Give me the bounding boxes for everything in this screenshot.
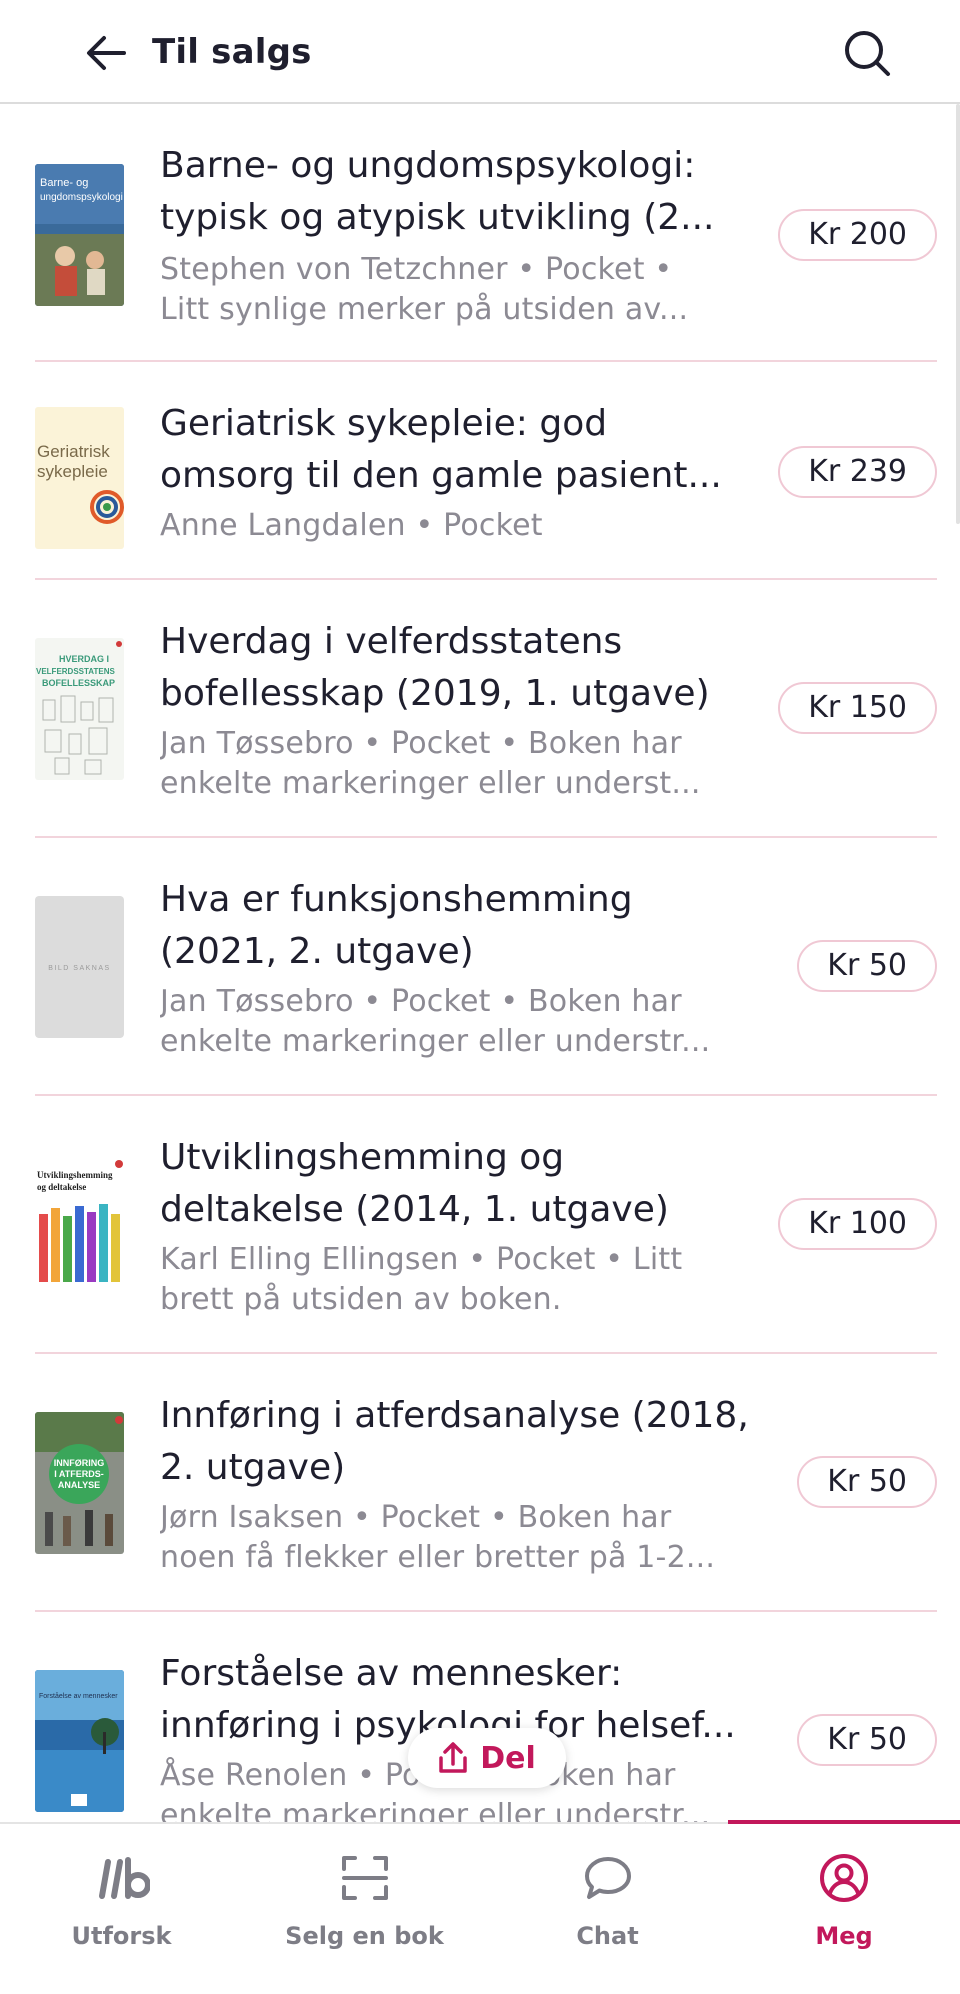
app-header: Til salgs bbox=[0, 0, 960, 104]
listing-title-line: typisk og atypisk utvikling (2... bbox=[160, 197, 715, 238]
listing-row[interactable]: Forståelse av mennesker Forståelse av me… bbox=[35, 1612, 937, 1822]
listing-title-line: omsorg til den gamle pasient... bbox=[160, 455, 722, 496]
nav-label: Chat bbox=[576, 1922, 639, 1950]
back-button[interactable] bbox=[78, 28, 134, 78]
listing-title-line: bofellesskap (2019, 1. utgave) bbox=[160, 673, 710, 714]
search-button[interactable] bbox=[838, 24, 896, 82]
book-cover-image: INNFØRING I ATFERDS- ANALYSE bbox=[35, 1412, 124, 1554]
listing-meta-line: Jørn Isaksen • Pocket • Boken har bbox=[160, 1500, 672, 1535]
listing-title-line: Utviklingshemming og bbox=[160, 1137, 565, 1178]
listing-title: Hva er funksjonshemming (2021, 2. utgave… bbox=[160, 874, 780, 978]
listing-meta-line: Jan Tøssebro • Pocket • Boken har bbox=[160, 984, 682, 1019]
nav-item-utforsk[interactable]: Utforsk bbox=[0, 1824, 243, 1994]
listing-list[interactable]: Barne- og ungdomspsykologi Barne- og ung… bbox=[0, 104, 960, 1822]
listing-row[interactable]: Barne- og ungdomspsykologi Barne- og ung… bbox=[35, 104, 937, 362]
bottom-nav: Utforsk Selg en bok Chat Meg bbox=[0, 1820, 960, 1994]
listing-title-line: Hva er funksjonshemming bbox=[160, 879, 633, 920]
nav-item-chat[interactable]: Chat bbox=[486, 1824, 729, 1994]
listing-title: Geriatrisk sykepleie: god omsorg til den… bbox=[160, 398, 780, 502]
listing-meta-line: Stephen von Tetzchner • Pocket • bbox=[160, 252, 673, 287]
listing-meta-line: enkelte markeringer eller underst... bbox=[160, 766, 701, 801]
cover-text: VELFERDSSTATENS bbox=[36, 667, 115, 676]
cover-text: Barne- og bbox=[40, 177, 88, 189]
listing-row[interactable]: BILD SAKNAS Hva er funksjonshemming (202… bbox=[35, 838, 937, 1096]
listing-meta-line: noen få flekker eller bretter på 1-2... bbox=[160, 1540, 716, 1575]
page-title: Til salgs bbox=[152, 32, 312, 72]
listing-title-line: Innføring i atferdsanalyse (2018, bbox=[160, 1395, 749, 1436]
listing-meta-line: Jan Tøssebro • Pocket • Boken har bbox=[160, 726, 682, 761]
share-icon bbox=[439, 1742, 467, 1773]
unibok-logo-icon bbox=[98, 1857, 150, 1899]
cover-text: Utviklingshemming bbox=[37, 1170, 113, 1180]
cover-text: ungdomspsykologi bbox=[40, 192, 123, 203]
book-cover-image: HVERDAG I VELFERDSSTATENS BOFELLESSKAP bbox=[35, 638, 124, 780]
cover-text: BOFELLESSKAP bbox=[42, 678, 115, 688]
nav-label: Utforsk bbox=[71, 1922, 172, 1950]
listing-title: Innføring i atferdsanalyse (2018, 2. utg… bbox=[160, 1390, 780, 1494]
listing-meta-line: brett på utsiden av boken. bbox=[160, 1282, 562, 1317]
listing-meta: Jan Tøssebro • Pocket • Boken har enkelt… bbox=[160, 982, 760, 1062]
cover-text: og deltakelse bbox=[37, 1182, 86, 1192]
listing-row[interactable]: Utviklingshemming og deltakelse Utviklin… bbox=[35, 1096, 937, 1354]
listing-title-line: Forståelse av mennesker: bbox=[160, 1653, 623, 1694]
scan-icon bbox=[341, 1856, 388, 1900]
listing-row[interactable]: INNFØRING I ATFERDS- ANALYSE Innføring i… bbox=[35, 1354, 937, 1612]
listing-meta: Anne Langdalen • Pocket bbox=[160, 506, 760, 546]
listing-title-line: deltakelse (2014, 1. utgave) bbox=[160, 1189, 669, 1230]
book-cover-image: Geriatrisk sykepleie bbox=[35, 407, 124, 549]
price-badge: Kr 100 bbox=[778, 1198, 937, 1250]
book-cover-image: BILD SAKNAS bbox=[35, 896, 124, 1038]
listing-meta-line: enkelte markeringer eller understr... bbox=[160, 1798, 711, 1822]
cover-text: INNFØRING bbox=[54, 1458, 105, 1468]
scrollbar[interactable] bbox=[956, 104, 960, 524]
listing-meta-line: enkelte markeringer eller understr... bbox=[160, 1024, 711, 1059]
nav-label: Selg en bok bbox=[285, 1922, 444, 1950]
listing-title-line: Barne- og ungdomspsykologi: bbox=[160, 145, 696, 186]
price-badge: Kr 50 bbox=[797, 940, 937, 992]
cover-text: ANALYSE bbox=[58, 1480, 100, 1490]
nav-label: Meg bbox=[815, 1922, 873, 1950]
arrow-left-icon bbox=[87, 36, 126, 70]
listing-meta: Jørn Isaksen • Pocket • Boken har noen f… bbox=[160, 1498, 760, 1578]
profile-icon bbox=[820, 1854, 868, 1902]
listing-meta: Stephen von Tetzchner • Pocket • Litt sy… bbox=[160, 250, 760, 330]
listing-meta-line: Litt synlige merker på utsiden av... bbox=[160, 292, 689, 327]
book-cover-image: Utviklingshemming og deltakelse bbox=[35, 1154, 124, 1296]
listing-title-line: (2021, 2. utgave) bbox=[160, 931, 474, 972]
book-cover-image: Forståelse av mennesker bbox=[35, 1670, 124, 1812]
listing-row[interactable]: Geriatrisk sykepleie Geriatrisk sykeplei… bbox=[35, 362, 937, 580]
search-icon bbox=[845, 31, 890, 76]
listing-meta-line: Anne Langdalen • Pocket bbox=[160, 508, 543, 543]
listing-meta-line: Karl Elling Ellingsen • Pocket • Litt bbox=[160, 1242, 683, 1277]
listing-meta: Jan Tøssebro • Pocket • Boken har enkelt… bbox=[160, 724, 760, 804]
nav-item-meg[interactable]: Meg bbox=[728, 1824, 960, 1994]
listing-title-line: Hverdag i velferdsstatens bbox=[160, 621, 623, 662]
price-badge: Kr 150 bbox=[778, 682, 937, 734]
chat-bubble-icon bbox=[584, 1857, 631, 1899]
price-badge: Kr 50 bbox=[797, 1456, 937, 1508]
book-cover-image: Barne- og ungdomspsykologi bbox=[35, 164, 124, 306]
listing-title-line: Geriatrisk sykepleie: god bbox=[160, 403, 608, 444]
cover-text: BILD SAKNAS bbox=[48, 965, 110, 972]
price-badge: Kr 239 bbox=[778, 446, 937, 498]
nav-item-selg-en-bok[interactable]: Selg en bok bbox=[243, 1824, 486, 1994]
listing-title: Hverdag i velferdsstatens bofellesskap (… bbox=[160, 616, 780, 720]
share-button[interactable]: Del bbox=[408, 1728, 566, 1788]
cover-text: sykepleie bbox=[37, 462, 108, 481]
listing-title: Barne- og ungdomspsykologi: typisk og at… bbox=[160, 140, 780, 244]
listing-title-line: 2. utgave) bbox=[160, 1447, 346, 1488]
cover-text: Geriatrisk bbox=[37, 442, 110, 461]
price-badge: Kr 200 bbox=[778, 209, 937, 261]
cover-text: I ATFERDS- bbox=[54, 1469, 104, 1479]
cover-text: HVERDAG I bbox=[59, 654, 109, 664]
share-label: Del bbox=[480, 1740, 536, 1776]
listing-title: Utviklingshemming og deltakelse (2014, 1… bbox=[160, 1132, 780, 1236]
cover-text: Forståelse av mennesker bbox=[39, 1692, 118, 1700]
listing-row[interactable]: HVERDAG I VELFERDSSTATENS BOFELLESSKAP H… bbox=[35, 580, 937, 838]
listing-meta: Karl Elling Ellingsen • Pocket • Litt br… bbox=[160, 1240, 760, 1320]
price-badge: Kr 50 bbox=[797, 1714, 937, 1766]
